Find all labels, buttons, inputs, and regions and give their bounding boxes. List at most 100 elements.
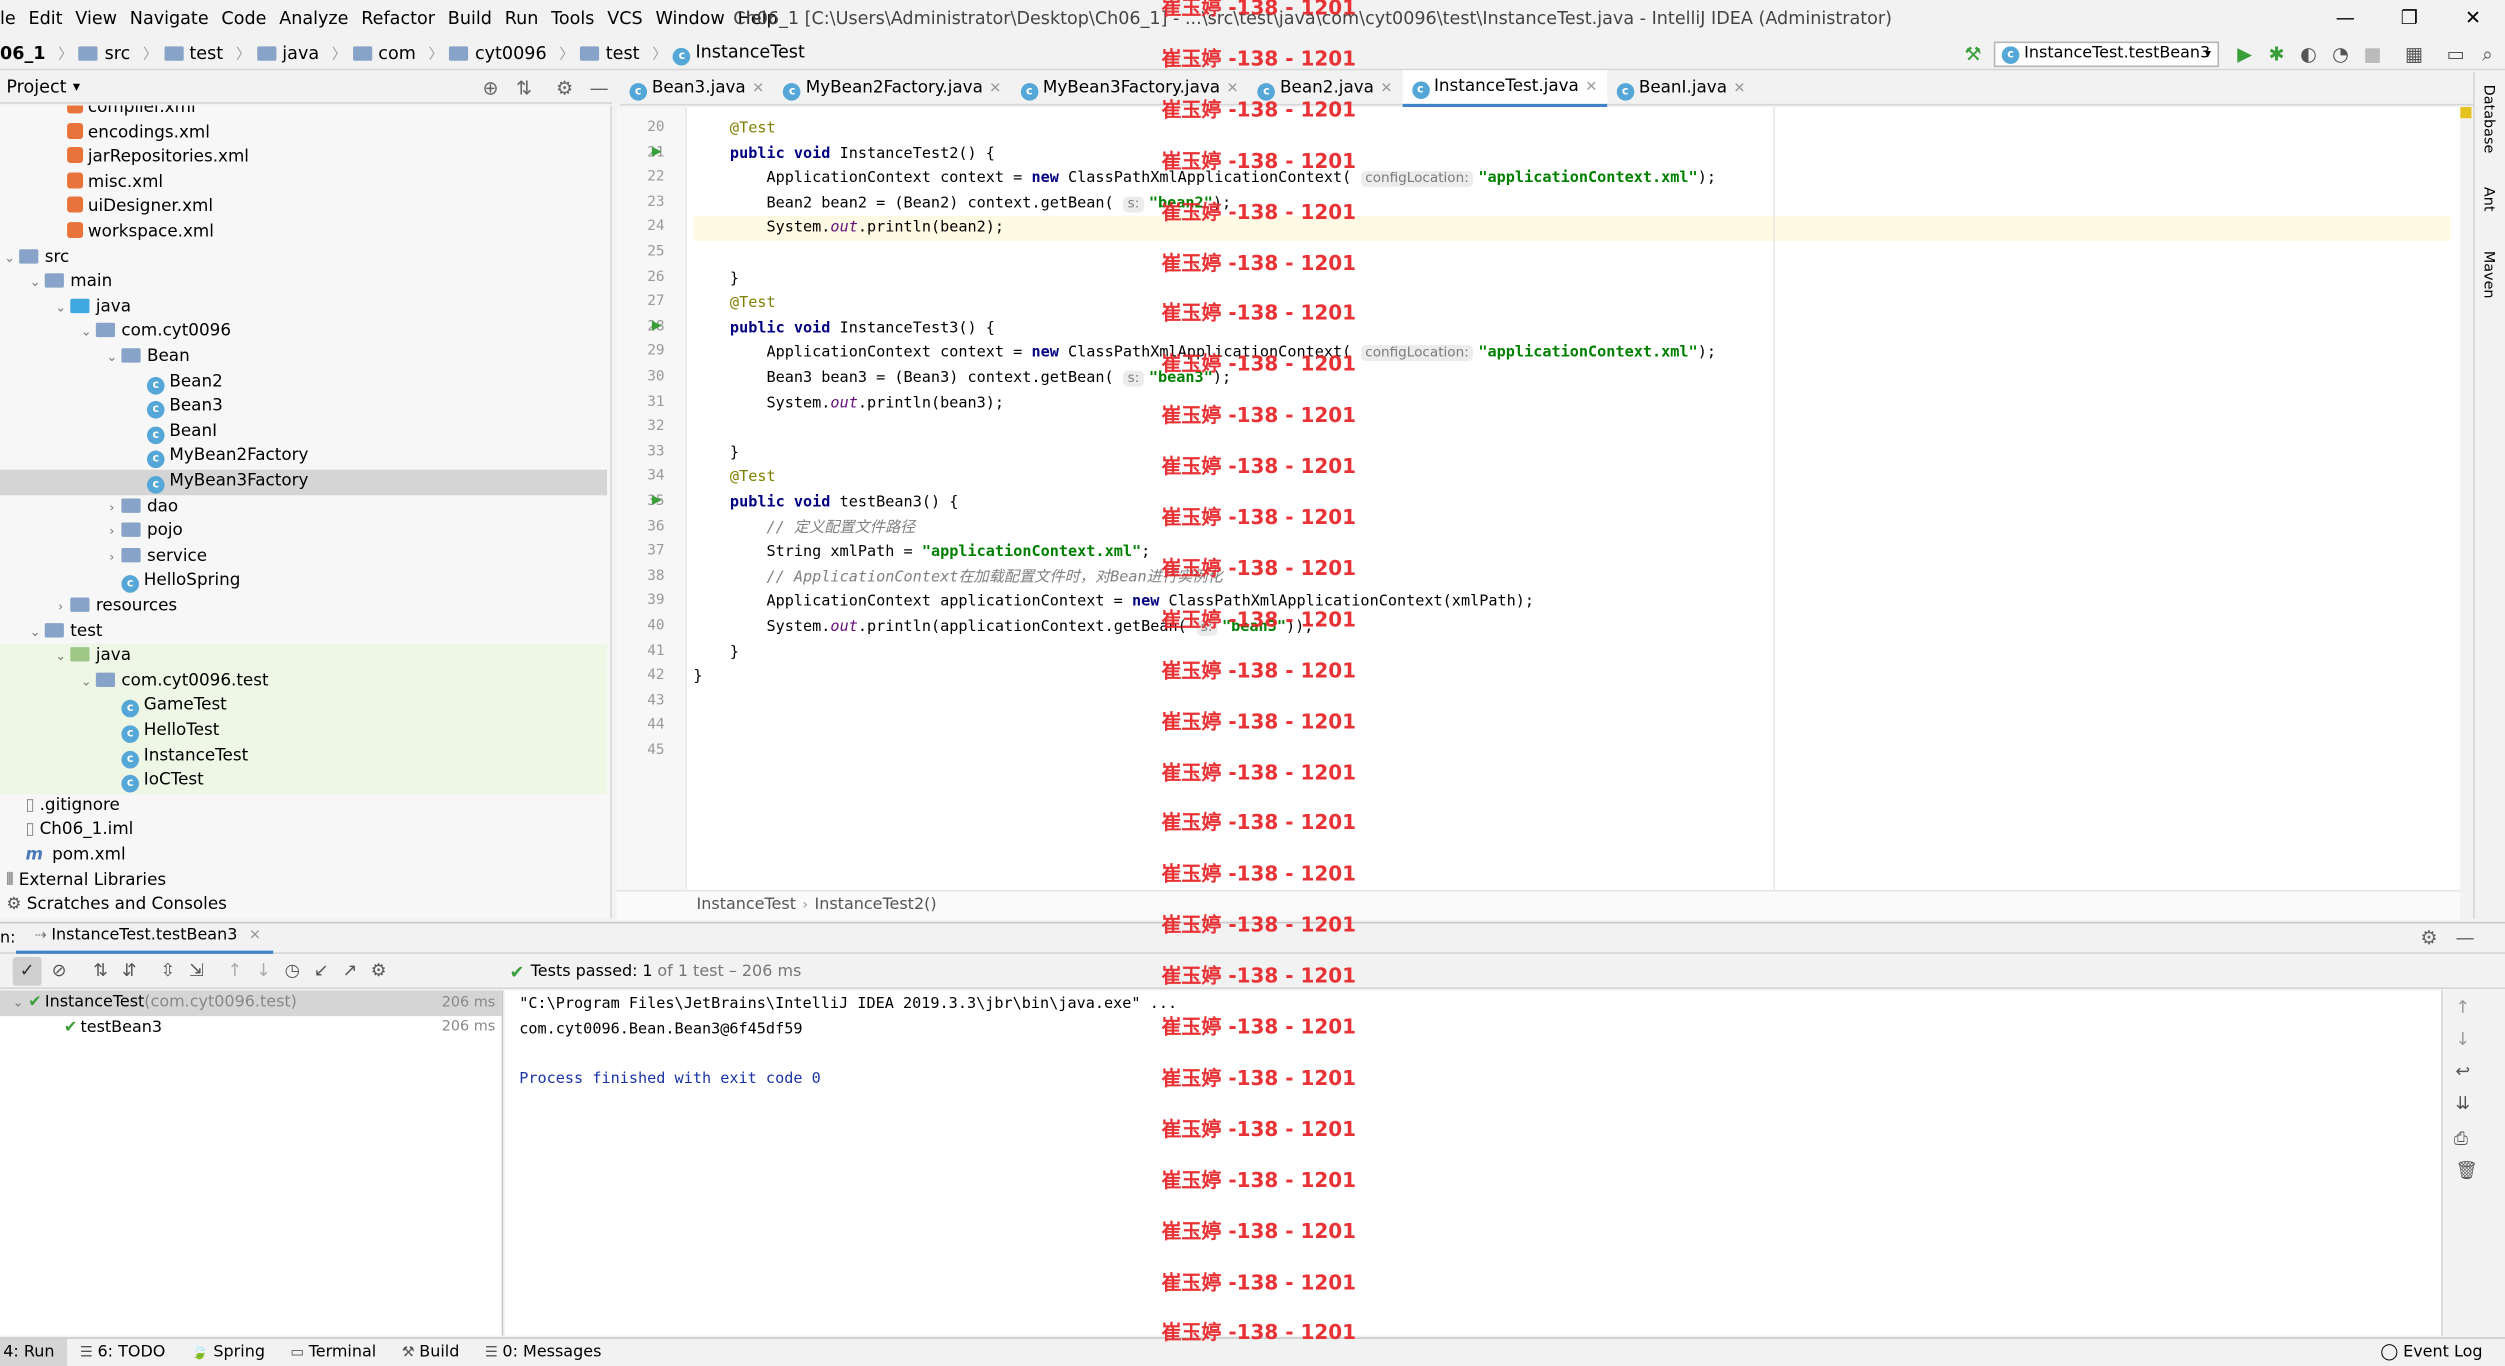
previous-test-icon[interactable]: ↑ bbox=[220, 957, 249, 986]
menu-item-tools[interactable]: Tools bbox=[545, 0, 601, 37]
tab-beani-java[interactable]: c BeanI.java ✕ bbox=[1607, 71, 1755, 105]
chevron-down-icon[interactable]: ⌄ bbox=[0, 245, 19, 270]
tree-node[interactable]: ⌄ java bbox=[0, 295, 607, 320]
tree-node[interactable]: ›⚙ Scratches and Consoles bbox=[0, 893, 607, 918]
up-arrow-icon[interactable]: ↑ bbox=[2456, 997, 2471, 1018]
tree-node[interactable]: compiler.xml bbox=[0, 105, 607, 120]
menu-item-analyze[interactable]: Analyze bbox=[273, 0, 355, 37]
tree-node[interactable]: c Bean2 bbox=[0, 370, 607, 395]
tree-node[interactable]: ▯ Ch06_1.iml bbox=[0, 819, 607, 844]
close-icon[interactable]: ✕ bbox=[752, 81, 764, 97]
chevron-down-icon[interactable]: ⌄ bbox=[51, 644, 70, 669]
tree-node[interactable]: c BeanI bbox=[0, 420, 607, 445]
show-ignored-icon[interactable]: ⊘ bbox=[45, 957, 74, 986]
menu-item-le[interactable]: le bbox=[0, 0, 22, 37]
chevron-right-icon[interactable]: › bbox=[51, 594, 70, 619]
chevron-down-icon[interactable]: ⌄ bbox=[102, 345, 121, 370]
close-icon[interactable]: ✕ bbox=[1380, 81, 1392, 97]
hide-icon[interactable]: — bbox=[590, 76, 609, 98]
show-passed-icon[interactable]: ✓ bbox=[12, 957, 42, 986]
close-icon[interactable]: ✕ bbox=[1585, 79, 1597, 95]
minimize-button[interactable]: — bbox=[2313, 0, 2377, 37]
event-log-button[interactable]: ◯ Event Log bbox=[2380, 1339, 2482, 1366]
console-output[interactable]: "C:\Program Files\JetBrains\IntelliJ IDE… bbox=[504, 990, 2442, 1336]
restore-button[interactable]: ❐ bbox=[2377, 0, 2441, 37]
status-tool-spring[interactable]: 🍃 Spring bbox=[178, 1338, 278, 1366]
build-hammer-icon[interactable]: ⚒ bbox=[1962, 43, 1984, 65]
tree-node[interactable]: › dao bbox=[0, 495, 607, 520]
next-test-icon[interactable]: ↓ bbox=[249, 957, 278, 986]
menu-item-code[interactable]: Code bbox=[215, 0, 273, 37]
run-gutter-icon[interactable]: ▶ bbox=[652, 143, 662, 157]
breadcrumb-item[interactable]: com bbox=[352, 42, 422, 63]
tree-node[interactable]: › resources bbox=[0, 594, 607, 619]
tool-window-database[interactable]: Database bbox=[2479, 85, 2495, 154]
menu-item-view[interactable]: View bbox=[69, 0, 123, 37]
tree-node[interactable]: ⌄ com.cyt0096 bbox=[0, 320, 607, 345]
project-view-title[interactable]: Project bbox=[0, 77, 66, 98]
gear-icon[interactable]: ⚙ bbox=[556, 76, 573, 98]
menu-item-vcs[interactable]: VCS bbox=[601, 0, 649, 37]
tree-node[interactable]: ▯ .gitignore bbox=[0, 794, 607, 819]
terminal-icon[interactable]: ▭ bbox=[2444, 43, 2466, 65]
tool-window-ant[interactable]: Ant bbox=[2479, 187, 2495, 212]
import-tests-icon[interactable]: ↙ bbox=[307, 957, 336, 986]
run-icon[interactable]: ▶ bbox=[2233, 43, 2255, 65]
chevron-down-icon[interactable]: ⌄ bbox=[26, 270, 45, 295]
history-icon[interactable]: ◷ bbox=[278, 957, 307, 986]
status-tool-run[interactable]: 4: Run bbox=[0, 1338, 68, 1366]
menu-item-run[interactable]: Run bbox=[498, 0, 544, 37]
tree-node[interactable]: ⌄ java bbox=[0, 644, 608, 670]
tree-node[interactable]: c GameTest bbox=[0, 694, 608, 719]
breadcrumb-item[interactable]: cyt0096 bbox=[449, 42, 553, 63]
tree-node[interactable]: c HelloTest bbox=[0, 718, 608, 744]
editor-breadcrumb-item[interactable]: InstanceTest bbox=[697, 892, 796, 921]
status-tool-todo[interactable]: ☰ 6: TODO bbox=[67, 1338, 178, 1366]
menu-item-edit[interactable]: Edit bbox=[22, 0, 69, 37]
tree-node[interactable]: ⌄ src bbox=[0, 245, 607, 270]
chevron-down-icon[interactable]: ⌄ bbox=[13, 996, 24, 1010]
tree-node[interactable]: uiDesigner.xml bbox=[0, 196, 607, 221]
editor-breadcrumb-item[interactable]: InstanceTest2() bbox=[815, 892, 937, 921]
expand-all-icon[interactable]: ⇳ bbox=[153, 957, 182, 986]
chevron-right-icon[interactable]: › bbox=[102, 520, 121, 545]
breadcrumb-item[interactable]: java bbox=[256, 42, 326, 63]
chevron-down-icon[interactable]: ⌄ bbox=[51, 295, 70, 320]
close-icon[interactable]: ✕ bbox=[249, 928, 261, 944]
soft-wrap-icon[interactable]: ↩ bbox=[2456, 1061, 2471, 1082]
tree-node[interactable]: c MyBean2Factory bbox=[0, 445, 607, 470]
tab-mybean2factory-java[interactable]: c MyBean2Factory.java ✕ bbox=[774, 71, 1011, 105]
tree-node[interactable]: encodings.xml bbox=[0, 121, 607, 146]
trash-icon[interactable]: 🗑 bbox=[2456, 1160, 2478, 1181]
breadcrumb-item[interactable]: src bbox=[79, 42, 137, 63]
breadcrumb-item[interactable]: 06_1 bbox=[0, 42, 52, 63]
tree-node[interactable]: misc.xml bbox=[0, 171, 607, 196]
run-gutter-icon[interactable]: ▶ bbox=[652, 318, 662, 332]
stop-icon[interactable]: ■ bbox=[2361, 43, 2383, 65]
chevron-down-icon[interactable]: ▾ bbox=[67, 79, 80, 95]
close-button[interactable]: ✕ bbox=[2441, 0, 2505, 37]
sort-alpha-icon[interactable]: ⇅ bbox=[86, 957, 115, 986]
collapse-icon[interactable]: ⇅ bbox=[516, 76, 532, 98]
tree-node[interactable]: › pojo bbox=[0, 520, 607, 545]
warning-marker[interactable] bbox=[2460, 107, 2472, 119]
tree-node[interactable]: jarRepositories.xml bbox=[0, 146, 607, 171]
tree-node[interactable]: ⌄ Bean bbox=[0, 345, 607, 370]
run-gutter-icon[interactable]: ▶ bbox=[652, 492, 662, 506]
chevron-down-icon[interactable]: ⌄ bbox=[77, 669, 96, 694]
breadcrumb-item[interactable]: test bbox=[580, 42, 646, 63]
menu-item-refactor[interactable]: Refactor bbox=[355, 0, 442, 37]
status-tool-build[interactable]: ⚒ Build bbox=[389, 1338, 472, 1366]
settings-icon[interactable]: ⚙ bbox=[364, 957, 393, 986]
collapse-all-icon[interactable]: ⇲ bbox=[182, 957, 211, 986]
hide-icon[interactable]: — bbox=[2456, 927, 2475, 949]
menu-item-navigate[interactable]: Navigate bbox=[123, 0, 215, 37]
chevron-right-icon[interactable]: › bbox=[102, 544, 121, 569]
chevron-down-icon[interactable]: ⌄ bbox=[77, 320, 96, 345]
status-tool-terminal[interactable]: ▭ Terminal bbox=[278, 1338, 389, 1366]
debug-icon[interactable]: ✱ bbox=[2265, 43, 2287, 65]
tree-node[interactable]: c HelloSpring bbox=[0, 569, 607, 594]
tree-node[interactable]: ⌄ com.cyt0096.test bbox=[0, 669, 608, 695]
down-arrow-icon[interactable]: ↓ bbox=[2456, 1029, 2471, 1050]
tree-node[interactable]: ›⫴ External Libraries bbox=[0, 868, 607, 893]
